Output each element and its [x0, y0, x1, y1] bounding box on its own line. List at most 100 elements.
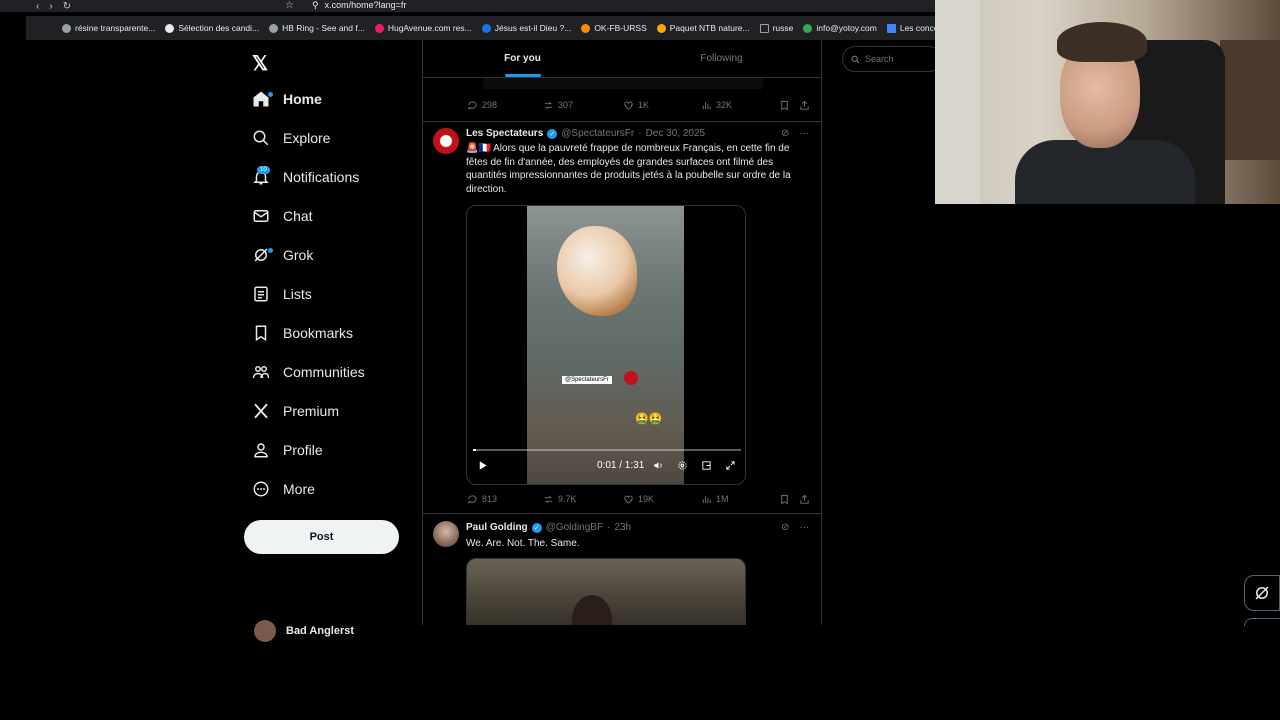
tweet-tools: ⊘ ··· — [781, 522, 809, 533]
more-icon[interactable]: ··· — [799, 128, 809, 139]
bookmark-label: Jésus est-il Dieu ?... — [494, 23, 572, 33]
video-progress-bar[interactable] — [473, 449, 741, 451]
like-button[interactable]: 19K — [623, 494, 654, 505]
address-bar[interactable]: ⚲ x.com/home?lang=fr — [312, 0, 406, 11]
back-icon[interactable]: ‹ — [36, 1, 39, 12]
bookmark-item[interactable]: info@yotoy.com — [803, 23, 877, 33]
tweet-date[interactable]: 23h — [614, 522, 631, 533]
reply-icon — [468, 100, 477, 110]
reload-icon[interactable]: ↻ — [63, 1, 71, 12]
bookmark-item[interactable]: Paquet NTB nature... — [656, 23, 750, 33]
bookmark-button[interactable] — [779, 100, 790, 111]
bookmark-favicon-icon — [481, 23, 491, 33]
share-icon — [800, 100, 809, 110]
author-name[interactable]: Les Spectateurs — [466, 128, 543, 139]
pip-button[interactable] — [701, 460, 712, 471]
forward-icon[interactable]: › — [49, 1, 52, 12]
more-icon[interactable]: ··· — [799, 522, 809, 533]
repost-icon — [544, 101, 553, 109]
messages-drawer-edge[interactable] — [1244, 618, 1280, 626]
sidebar-item-label: Premium — [283, 403, 340, 419]
sidebar-item-chat[interactable]: Chat — [244, 201, 313, 231]
bookmark-item[interactable]: russe — [759, 23, 794, 33]
bookmark-item[interactable]: OK-FB-URSS — [581, 23, 647, 33]
sidebar-item-label: Communities — [283, 364, 365, 380]
author-handle[interactable]: @GoldingBF — [546, 522, 603, 533]
repost-icon — [544, 495, 553, 503]
pip-icon — [702, 461, 711, 470]
bookmark-item[interactable]: Sélection des candi... — [165, 23, 259, 33]
author-name[interactable]: Paul Golding — [466, 522, 528, 533]
communities-icon — [244, 363, 278, 381]
reply-icon — [468, 494, 477, 504]
avatar[interactable] — [433, 521, 459, 547]
bookmark-item[interactable]: HB Ring - See and f... — [269, 23, 365, 33]
webcam-person — [1015, 140, 1195, 204]
notification-badge: 10 — [257, 166, 270, 174]
bookmark-icon — [781, 494, 788, 504]
sidebar-item-premium[interactable]: Premium — [244, 396, 339, 426]
heart-icon — [624, 101, 633, 110]
tweet-header: Paul Golding ✓ @GoldingBF · 23h — [466, 522, 631, 533]
grok-icon — [244, 246, 278, 264]
bell-icon: 10 — [244, 166, 278, 186]
search-input[interactable] — [865, 54, 925, 64]
tweet-date[interactable]: Dec 30, 2025 — [646, 128, 706, 139]
like-count: 19K — [638, 494, 655, 504]
views-button[interactable]: 32K — [701, 100, 732, 111]
views-icon — [702, 495, 711, 503]
sidebar-item-bookmarks[interactable]: Bookmarks — [244, 318, 353, 348]
repost-button[interactable]: 307 — [543, 100, 573, 111]
volume-button[interactable] — [653, 460, 664, 471]
grok-icon[interactable]: ⊘ — [781, 128, 789, 139]
author-handle[interactable]: @SpectateursFr — [561, 128, 634, 139]
sidebar-item-profile[interactable]: Profile — [244, 435, 323, 465]
sidebar-item-notifications[interactable]: 10 Notifications — [244, 162, 359, 192]
sidebar-item-grok[interactable]: Grok — [244, 240, 313, 270]
account-switcher[interactable]: Bad Anglerst — [254, 620, 354, 642]
video-progress-fill — [473, 449, 476, 451]
video-emoji: 🤮🤮 — [635, 413, 663, 425]
bookmark-item[interactable]: Jésus est-il Dieu ?... — [481, 23, 572, 33]
sidebar-item-home[interactable]: Home — [244, 84, 322, 114]
views-button[interactable]: 1M — [701, 494, 729, 505]
bookmark-item[interactable]: HugAvenue.com res... — [374, 23, 472, 33]
like-button[interactable]: 1K — [623, 100, 649, 111]
share-button[interactable] — [799, 100, 810, 111]
divider — [423, 121, 821, 122]
sidebar-item-label: Home — [283, 91, 322, 107]
reply-count: 298 — [482, 100, 498, 110]
grok-icon[interactable]: ⊘ — [781, 522, 789, 533]
site-settings-icon[interactable]: ⚲ — [312, 0, 319, 11]
image-content — [572, 595, 612, 625]
reply-button[interactable]: 813 — [467, 494, 497, 505]
bookmark-item[interactable]: résine transparente... — [62, 23, 155, 33]
sidebar-item-more[interactable]: More — [244, 474, 315, 504]
reply-button[interactable]: 298 — [467, 100, 497, 111]
address-bar-url: x.com/home?lang=fr — [324, 0, 407, 10]
sidebar-item-lists[interactable]: Lists — [244, 279, 312, 309]
play-button[interactable] — [477, 460, 488, 471]
avatar[interactable] — [433, 128, 459, 154]
repost-button[interactable]: 9.7K — [543, 494, 577, 505]
bookmark-button[interactable] — [779, 494, 790, 505]
tweet-image[interactable] — [466, 558, 746, 625]
fullscreen-button[interactable] — [725, 460, 736, 471]
tab-following[interactable]: Following — [622, 40, 821, 77]
search-box[interactable] — [842, 46, 942, 72]
webcam-background — [1220, 40, 1280, 160]
bookmark-label: HB Ring - See and f... — [282, 23, 365, 33]
sidebar-item-communities[interactable]: Communities — [244, 357, 365, 387]
bookmark-star-icon[interactable]: ☆ — [285, 0, 294, 11]
post-button[interactable]: Post — [244, 520, 399, 554]
share-button[interactable] — [799, 494, 810, 505]
sidebar-item-explore[interactable]: Explore — [244, 123, 330, 153]
tab-for-you[interactable]: For you — [423, 40, 622, 77]
bookmark-item[interactable]: Les concou — [886, 23, 935, 33]
like-count: 1K — [638, 100, 650, 110]
video-settings-button[interactable] — [677, 460, 688, 471]
x-logo-icon[interactable]: 𝕏 — [252, 51, 268, 76]
video-player[interactable]: @SpectateursFr 🤮🤮 0:01 / 1:31 — [466, 205, 746, 485]
bookmark-label: russe — [772, 23, 794, 33]
grok-floating-button[interactable] — [1244, 575, 1280, 611]
